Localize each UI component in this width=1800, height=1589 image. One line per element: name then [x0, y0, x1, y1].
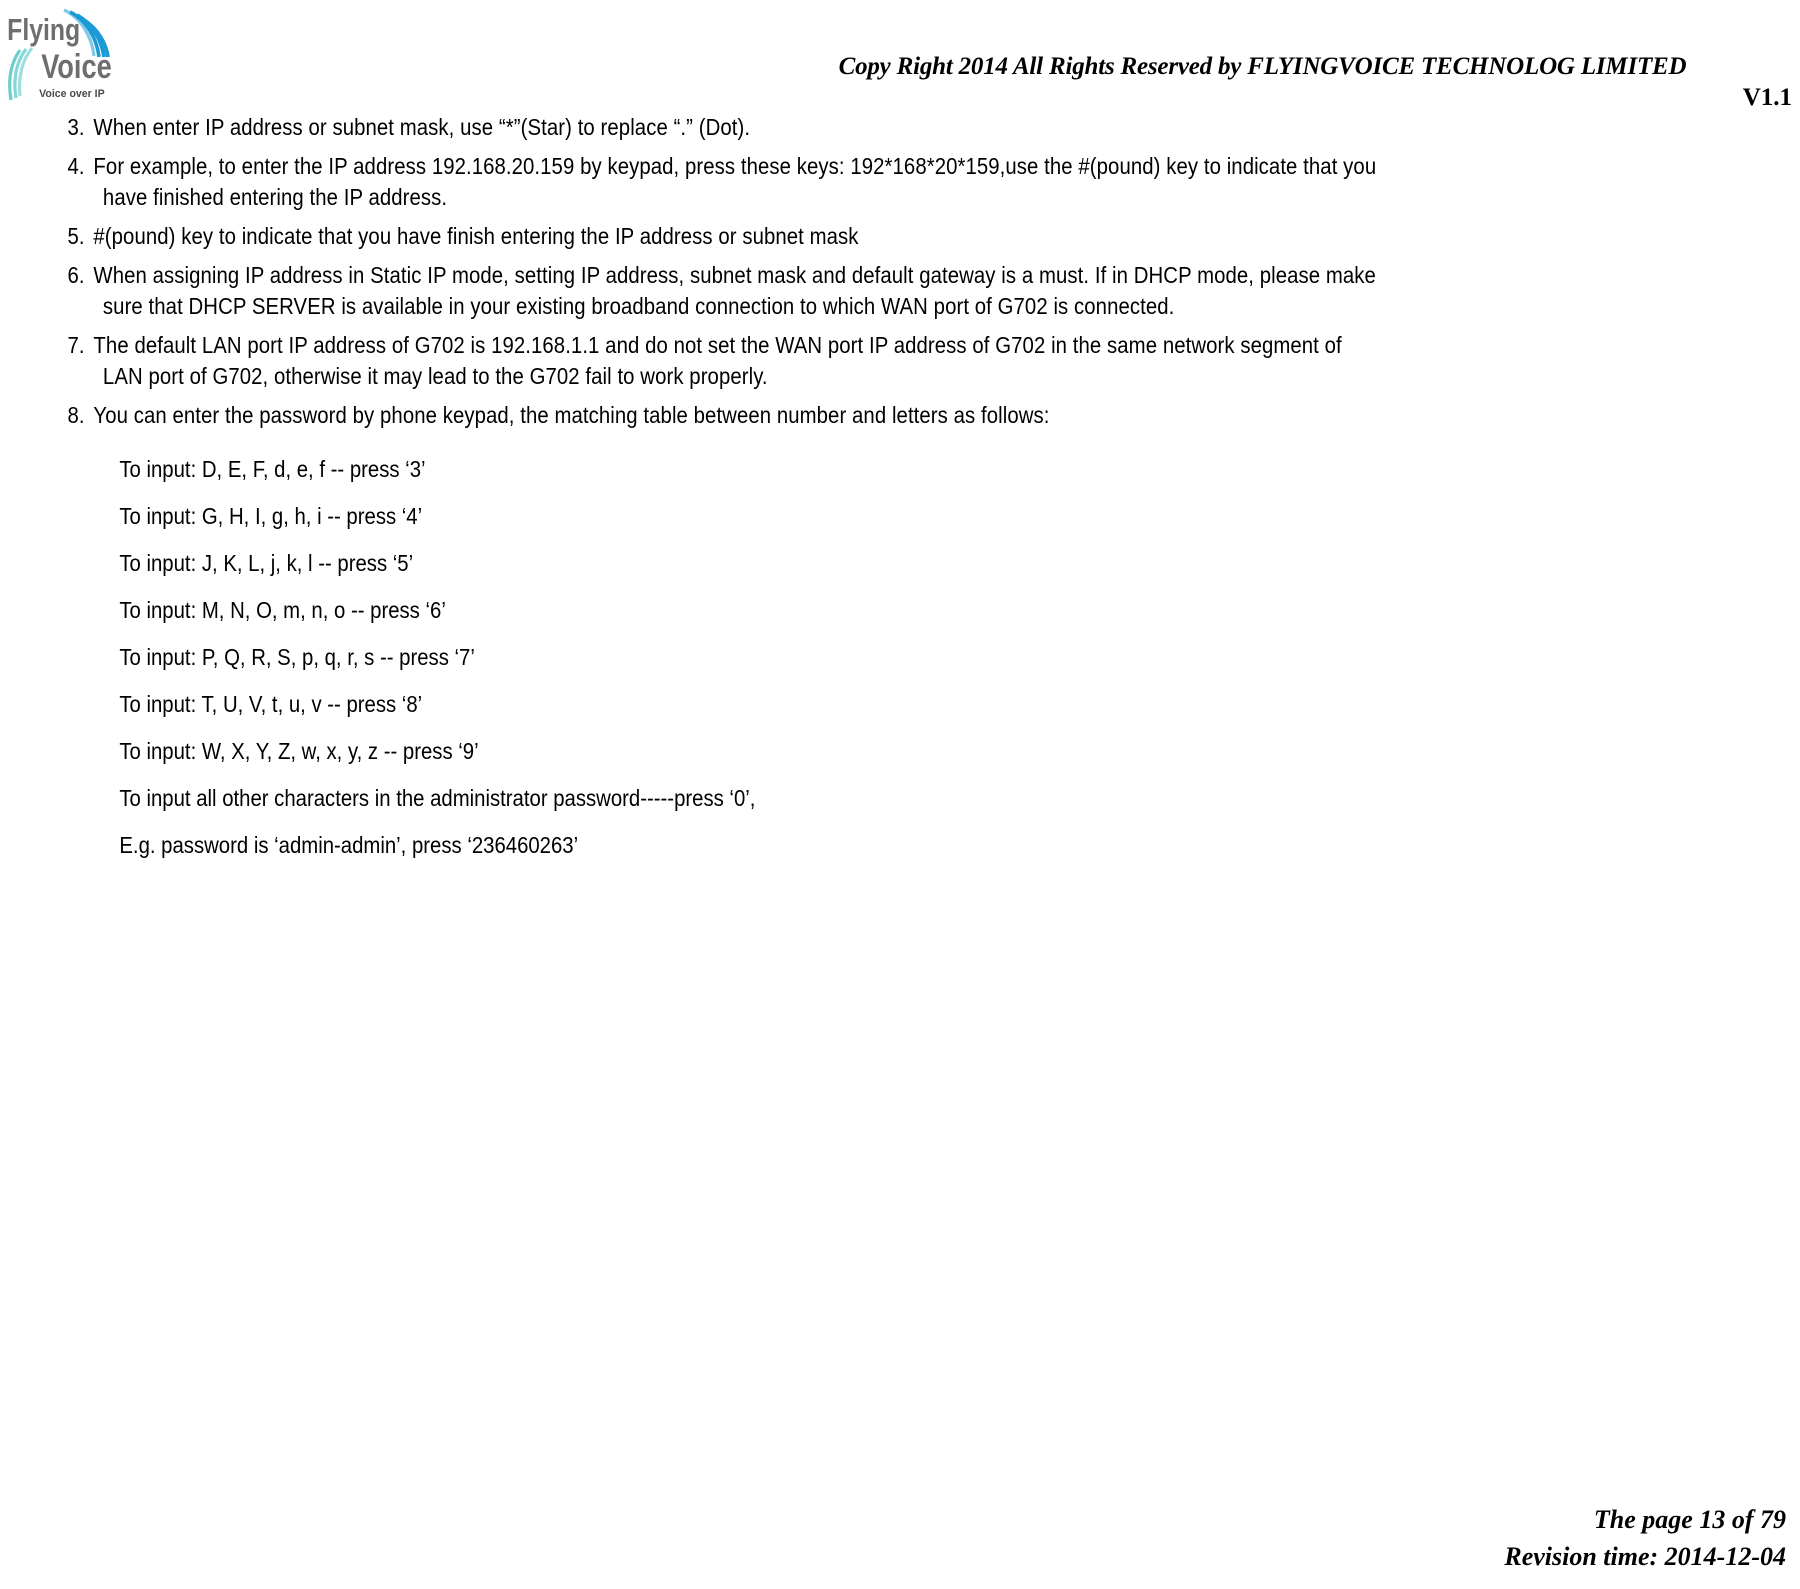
logo-tagline: Voice over IP	[39, 88, 105, 100]
list-item: 7. The default LAN port IP address of G7…	[0, 330, 1800, 392]
list-item: 5. #(pound) key to indicate that you hav…	[0, 221, 1800, 252]
logo-word-voice: Voice	[41, 47, 112, 86]
document-body: 3. When enter IP address or subnet mask,…	[0, 112, 1800, 869]
flyingvoice-logo: Flying Voice Voice over IP	[6, 4, 124, 108]
keypad-mapping-line: To input: G, H, I, g, h, i -- press ‘4’	[119, 503, 423, 529]
list-item: 4. For example, to enter the IP address …	[0, 151, 1800, 213]
document-version: V1.1	[1742, 84, 1792, 111]
keypad-mapping-line: To input: M, N, O, m, n, o -- press ‘6’	[119, 597, 446, 623]
list-item: 8. You can enter the password by phone k…	[0, 400, 1800, 431]
keypad-mapping-line: To input all other characters in the adm…	[119, 785, 756, 811]
list-marker: 5.	[67, 223, 85, 249]
list-line: LAN port of G702, otherwise it may lead …	[102, 363, 768, 389]
header-text-block: Copy Right 2014 All Rights Reserved by F…	[600, 52, 1795, 114]
keypad-mapping-line: To input: J, K, L, j, k, l -- press ‘5’	[119, 550, 414, 576]
list-item-text: You can enter the password by phone keyp…	[93, 400, 1800, 431]
list-item-text: When assigning IP address in Static IP m…	[93, 260, 1800, 322]
copyright-notice: Copy Right 2014 All Rights Reserved by F…	[838, 53, 1687, 80]
keypad-mapping-line: To input: D, E, F, d, e, f -- press ‘3’	[119, 456, 426, 482]
list-line: When enter IP address or subnet mask, us…	[93, 114, 751, 140]
list-line: The default LAN port IP address of G702 …	[93, 332, 1342, 358]
list-line: sure that DHCP SERVER is available in yo…	[102, 293, 1175, 319]
list-marker: 7.	[67, 332, 85, 358]
list-item-text: #(pound) key to indicate that you have f…	[93, 221, 1800, 252]
list-line: When assigning IP address in Static IP m…	[93, 262, 1376, 288]
logo-word-flying: Flying	[7, 12, 80, 46]
page-header: Flying Voice Voice over IP Copy Right 20…	[0, 0, 1800, 118]
instruction-list: 3. When enter IP address or subnet mask,…	[0, 112, 1800, 431]
list-item-text: When enter IP address or subnet mask, us…	[93, 112, 1800, 143]
keypad-mapping-list: To input: D, E, F, d, e, f -- press ‘3’ …	[0, 446, 1800, 869]
keypad-mapping-line: To input: T, U, V, t, u, v -- press ‘8’	[119, 691, 423, 717]
keypad-mapping-line: To input: W, X, Y, Z, w, x, y, z -- pres…	[119, 738, 479, 764]
list-line: #(pound) key to indicate that you have f…	[93, 223, 859, 249]
revision-date: Revision time: 2014-12-04	[1504, 1542, 1786, 1571]
list-marker: 4.	[67, 153, 85, 179]
keypad-mapping-line: E.g. password is ‘admin-admin’, press ‘2…	[119, 832, 579, 858]
list-marker: 6.	[67, 262, 85, 288]
list-line: You can enter the password by phone keyp…	[93, 402, 1050, 428]
list-item-text: The default LAN port IP address of G702 …	[93, 330, 1800, 392]
list-item: 3. When enter IP address or subnet mask,…	[0, 112, 1800, 143]
list-marker: 3.	[67, 114, 85, 140]
keypad-mapping-line: To input: P, Q, R, S, p, q, r, s -- pres…	[119, 644, 475, 670]
list-marker: 8.	[67, 402, 85, 428]
list-item: 6. When assigning IP address in Static I…	[0, 260, 1800, 322]
list-line: have finished entering the IP address.	[102, 184, 448, 210]
page-number: The page 13 of 79	[1593, 1505, 1786, 1534]
logo-arc-bottom-icon	[8, 46, 34, 101]
list-item-text: For example, to enter the IP address 192…	[93, 151, 1800, 213]
list-line: For example, to enter the IP address 192…	[93, 153, 1377, 179]
page-footer: The page 13 of 79 Revision time: 2014-12…	[0, 1501, 1800, 1575]
